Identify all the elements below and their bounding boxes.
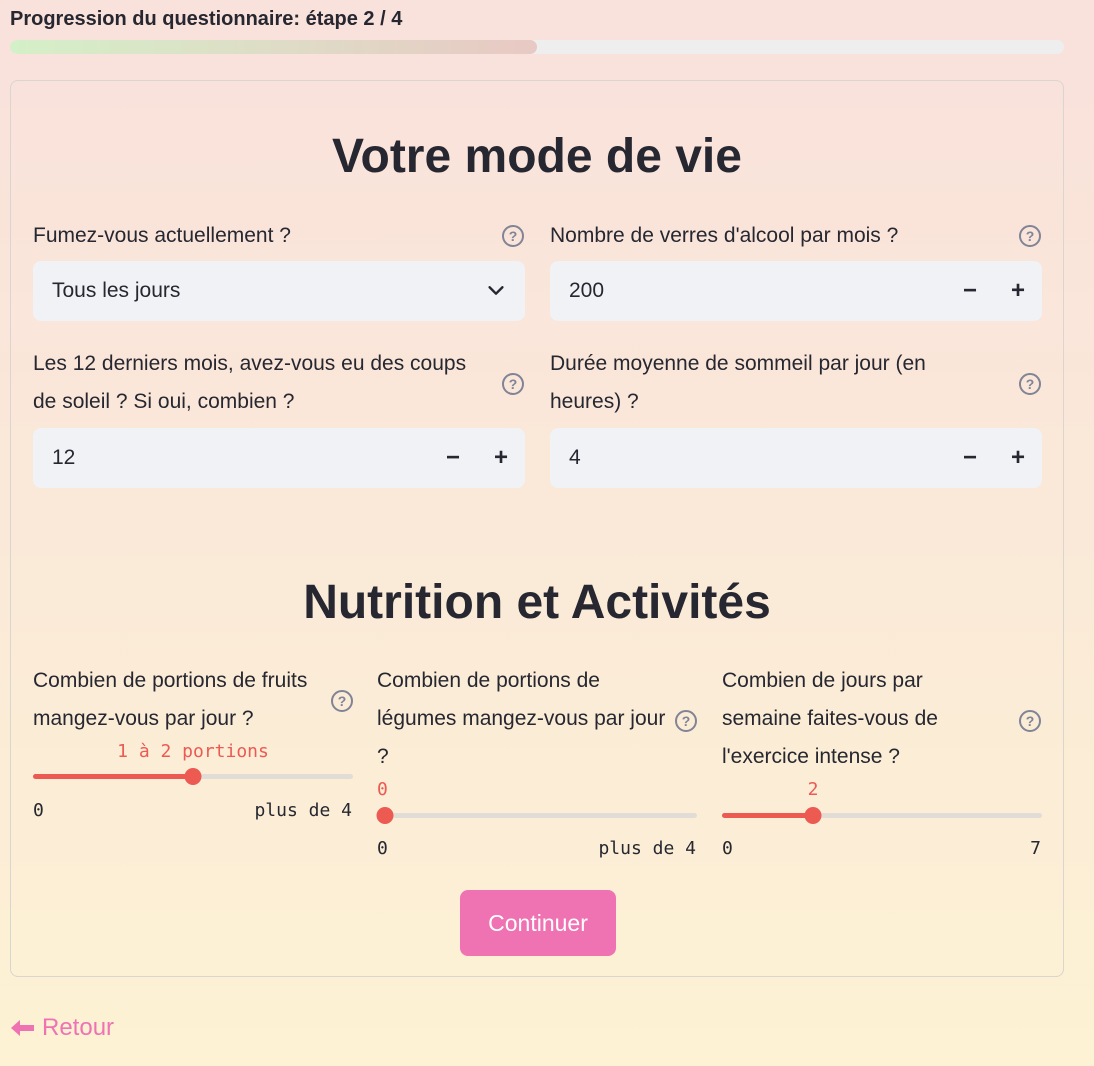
smoking-select-value: Tous les jours — [52, 279, 181, 302]
back-link[interactable]: Retour — [10, 1014, 114, 1042]
fruits-slider[interactable] — [33, 768, 353, 785]
chevron-down-icon — [488, 286, 504, 295]
help-icon[interactable]: ? — [1019, 710, 1041, 732]
continue-button[interactable]: Continuer — [460, 890, 616, 956]
help-icon[interactable]: ? — [675, 710, 697, 732]
progress-bar — [10, 40, 1064, 54]
decrement-button[interactable]: − — [952, 273, 988, 309]
sunburn-label: Les 12 derniers mois, avez-vous eu des c… — [33, 352, 467, 413]
vegetables-slider[interactable] — [376, 807, 697, 824]
alcohol-input-value: 200 — [569, 279, 605, 302]
help-icon[interactable]: ? — [331, 690, 353, 712]
increment-button[interactable]: + — [1000, 273, 1036, 309]
smoking-select[interactable]: Tous les jours — [33, 261, 525, 321]
arrow-left-icon — [11, 1020, 34, 1036]
slider-fill — [722, 813, 814, 818]
slider-max-label: plus de 4 — [598, 838, 696, 859]
help-icon[interactable]: ? — [1019, 373, 1041, 395]
section-title-lifestyle: Votre mode de vie — [332, 130, 742, 183]
questionnaire-form: Votre mode de vie Fumez-vous actuellemen… — [10, 80, 1064, 977]
sunburn-number-input[interactable]: 12 − + — [33, 428, 525, 488]
exercise-slider-value: 2 — [807, 779, 819, 800]
slider-min-label: 0 — [33, 800, 44, 821]
help-icon[interactable]: ? — [1019, 225, 1041, 247]
vegetables-slider-value: 0 — [377, 779, 388, 800]
vegetables-label: Combien de portions de légumes mangez-vo… — [377, 669, 666, 768]
exercise-slider[interactable] — [722, 807, 1042, 824]
sleep-label: Durée moyenne de sommeil par jour (en he… — [550, 352, 926, 413]
sleep-number-input[interactable]: 4 − + — [550, 428, 1042, 488]
sleep-input-value: 4 — [569, 446, 581, 469]
progress-label: Progression du questionnaire: étape 2 / … — [10, 8, 403, 30]
slider-thumb[interactable] — [184, 768, 202, 785]
increment-button[interactable]: + — [483, 440, 519, 476]
slider-max-label: plus de 4 — [254, 800, 352, 821]
slider-fill — [33, 774, 193, 779]
smoking-label: Fumez-vous actuellement ? — [33, 224, 291, 247]
alcohol-number-input[interactable]: 200 − + — [550, 261, 1042, 321]
slider-max-label: 7 — [1030, 838, 1041, 859]
fruits-label: Combien de portions de fruits mangez-vou… — [33, 669, 308, 730]
slider-thumb[interactable] — [376, 807, 394, 824]
decrement-button[interactable]: − — [952, 440, 988, 476]
slider-thumb[interactable] — [804, 807, 822, 824]
help-icon[interactable]: ? — [502, 225, 524, 247]
sunburn-input-value: 12 — [52, 446, 76, 469]
decrement-button[interactable]: − — [435, 440, 471, 476]
section-title-nutrition: Nutrition et Activités — [303, 576, 771, 629]
alcohol-label: Nombre de verres d'alcool par mois ? — [550, 224, 899, 247]
exercise-label: Combien de jours par semaine faites-vous… — [722, 669, 938, 768]
help-icon[interactable]: ? — [502, 373, 524, 395]
progress-bar-fill — [10, 40, 537, 54]
increment-button[interactable]: + — [1000, 440, 1036, 476]
slider-min-label: 0 — [722, 838, 733, 859]
back-link-label: Retour — [42, 1014, 115, 1041]
slider-min-label: 0 — [377, 838, 388, 859]
fruits-slider-value: 1 à 2 portions — [117, 741, 269, 762]
